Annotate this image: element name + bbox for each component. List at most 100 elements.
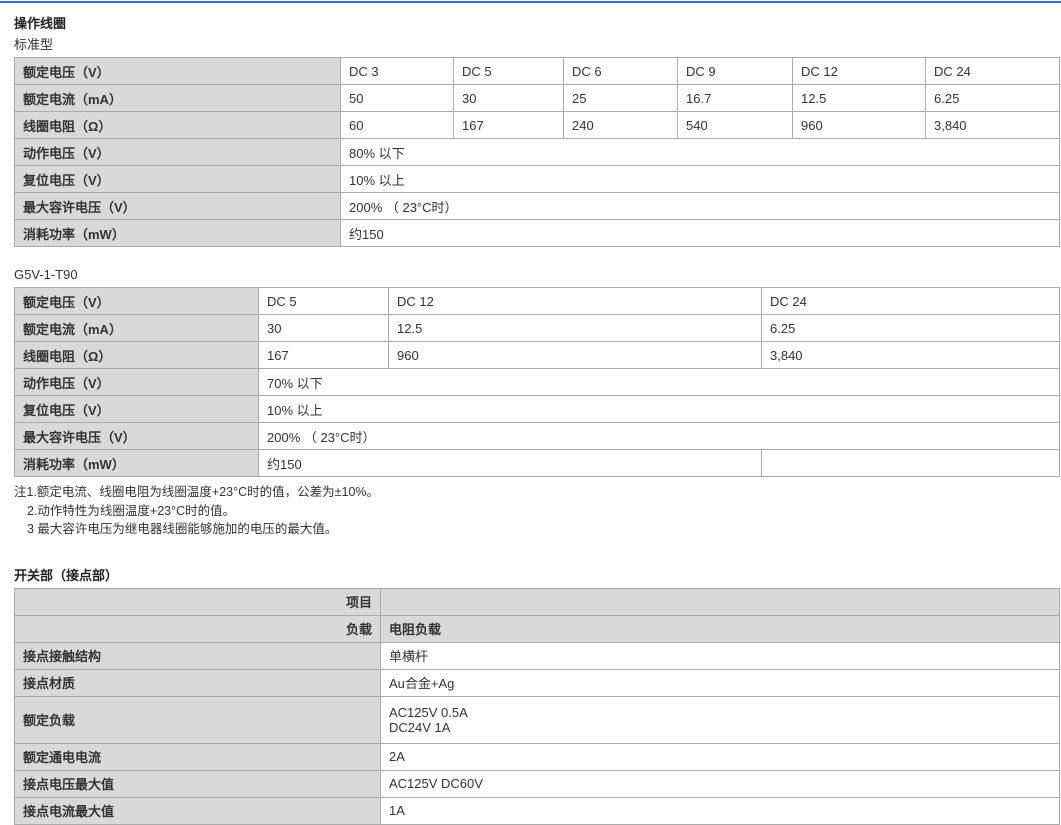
cell-rated-current-4: 12.5 bbox=[793, 85, 926, 112]
cell-operate-voltage: 80% 以下 bbox=[341, 139, 1060, 166]
cell-rated-current-0: 30 bbox=[259, 315, 389, 342]
row-label-release-voltage: 复位电压（V） bbox=[15, 396, 259, 423]
cell-coil-resistance-4: 960 bbox=[793, 112, 926, 139]
note-line-3: 3 最大容许电压为继电器线圈能够施加的电压的最大值。 bbox=[14, 520, 1059, 539]
table-row: 接点接触结构 单横杆 bbox=[15, 642, 1060, 669]
cell-rated-current-3: 16.7 bbox=[678, 85, 793, 112]
table-row: 接点材质 Au合金+Ag bbox=[15, 669, 1060, 696]
cell-rated-current-5: 6.25 bbox=[926, 85, 1060, 112]
section-title-contact: 开关部（接点部） bbox=[14, 565, 1059, 584]
table-row: 额定电流（mA） 30 12.5 6.25 bbox=[15, 315, 1060, 342]
row-label-contact-material: 接点材质 bbox=[15, 669, 381, 696]
cell-rated-voltage-5: DC 24 bbox=[926, 58, 1060, 85]
subtitle-standard-type: 标准型 bbox=[14, 34, 1059, 53]
page-top-accent-line bbox=[0, 1, 1061, 3]
row-label-contact-structure: 接点接触结构 bbox=[15, 642, 381, 669]
table-row: 项目 bbox=[15, 588, 1060, 615]
cell-contact-structure: 单横杆 bbox=[381, 642, 1060, 669]
cell-max-contact-current: 1A bbox=[381, 797, 1060, 824]
cell-coil-resistance-2: 240 bbox=[564, 112, 678, 139]
row-label-rated-voltage: 额定电压（V） bbox=[15, 288, 259, 315]
table-row: 接点电流最大值 1A bbox=[15, 797, 1060, 824]
table-row: 额定电压（V） DC 3 DC 5 DC 6 DC 9 DC 12 DC 24 bbox=[15, 58, 1060, 85]
table-row: 复位电压（V） 10% 以上 bbox=[15, 166, 1060, 193]
row-label-max-contact-current: 接点电流最大值 bbox=[15, 797, 381, 824]
table-row: 额定通电电流 2A bbox=[15, 743, 1060, 770]
cell-rated-load: AC125V 0.5A DC24V 1A bbox=[381, 696, 1060, 743]
cell-max-voltage: 200% （ 23°C时） bbox=[341, 193, 1060, 220]
cell-carry-current: 2A bbox=[381, 743, 1060, 770]
cell-rated-voltage-2: DC 6 bbox=[564, 58, 678, 85]
table-row: 消耗功率（mW） 约150 bbox=[15, 450, 1060, 477]
cell-power: 约150 bbox=[341, 220, 1060, 247]
table-row: 线圈电阻（Ω） 60 167 240 540 960 3,840 bbox=[15, 112, 1060, 139]
header-item: 项目 bbox=[15, 588, 381, 615]
table-row: 消耗功率（mW） 约150 bbox=[15, 220, 1060, 247]
coil-standard-table: 额定电压（V） DC 3 DC 5 DC 6 DC 9 DC 12 DC 24 … bbox=[14, 57, 1060, 247]
row-label-operate-voltage: 动作电压（V） bbox=[15, 139, 341, 166]
cell-rated-current-1: 12.5 bbox=[389, 315, 762, 342]
table-row: 复位电压（V） 10% 以上 bbox=[15, 396, 1060, 423]
table-row: 额定负载 AC125V 0.5A DC24V 1A bbox=[15, 696, 1060, 743]
row-label-max-contact-voltage: 接点电压最大值 bbox=[15, 770, 381, 797]
rated-load-line-2: DC24V 1A bbox=[389, 720, 1051, 735]
table-row: 最大容许电压（V） 200% （ 23°C时） bbox=[15, 423, 1060, 450]
table-row: 最大容许电压（V） 200% （ 23°C时） bbox=[15, 193, 1060, 220]
cell-power-empty bbox=[762, 450, 1060, 477]
table-row: 接点电压最大值 AC125V DC60V bbox=[15, 770, 1060, 797]
cell-rated-voltage-2: DC 24 bbox=[762, 288, 1060, 315]
cell-coil-resistance-5: 3,840 bbox=[926, 112, 1060, 139]
cell-power: 约150 bbox=[259, 450, 762, 477]
table-row: 动作电压（V） 80% 以下 bbox=[15, 139, 1060, 166]
rated-load-line-1: AC125V 0.5A bbox=[389, 705, 1051, 720]
cell-operate-voltage: 70% 以下 bbox=[259, 369, 1060, 396]
row-label-rated-voltage: 额定电压（V） bbox=[15, 58, 341, 85]
table-row: 额定电压（V） DC 5 DC 12 DC 24 bbox=[15, 288, 1060, 315]
subtitle-g5v-1-t90: G5V-1-T90 bbox=[14, 267, 1059, 282]
row-label-rated-current: 额定电流（mA） bbox=[15, 85, 341, 112]
cell-rated-current-2: 6.25 bbox=[762, 315, 1060, 342]
cell-coil-resistance-1: 960 bbox=[389, 342, 762, 369]
cell-rated-voltage-3: DC 9 bbox=[678, 58, 793, 85]
cell-max-voltage: 200% （ 23°C时） bbox=[259, 423, 1060, 450]
coil-t90-table: 额定电压（V） DC 5 DC 12 DC 24 额定电流（mA） 30 12.… bbox=[14, 287, 1060, 477]
section-title-operating-coil: 操作线圈 bbox=[14, 13, 1059, 32]
coil-notes: 注1.额定电流、线圈电阻为线圈温度+23°C时的值，公差为±10%。 2.动作特… bbox=[14, 483, 1059, 539]
row-label-power: 消耗功率（mW） bbox=[15, 220, 341, 247]
note-line-1: 注1.额定电流、线圈电阻为线圈温度+23°C时的值，公差为±10%。 bbox=[14, 483, 1059, 502]
row-label-rated-load: 额定负载 bbox=[15, 696, 381, 743]
cell-rated-voltage-1: DC 5 bbox=[454, 58, 564, 85]
cell-rated-current-0: 50 bbox=[341, 85, 454, 112]
cell-rated-voltage-1: DC 12 bbox=[389, 288, 762, 315]
cell-contact-material: Au合金+Ag bbox=[381, 669, 1060, 696]
table-row: 动作电压（V） 70% 以下 bbox=[15, 369, 1060, 396]
row-label-carry-current: 额定通电电流 bbox=[15, 743, 381, 770]
row-label-rated-current: 额定电流（mA） bbox=[15, 315, 259, 342]
table-row: 线圈电阻（Ω） 167 960 3,840 bbox=[15, 342, 1060, 369]
header-load: 负载 bbox=[15, 615, 381, 642]
cell-rated-current-2: 25 bbox=[564, 85, 678, 112]
row-label-power: 消耗功率（mW） bbox=[15, 450, 259, 477]
note-line-2: 2.动作特性为线圈温度+23°C时的值。 bbox=[14, 502, 1059, 521]
table-row: 额定电流（mA） 50 30 25 16.7 12.5 6.25 bbox=[15, 85, 1060, 112]
cell-release-voltage: 10% 以上 bbox=[341, 166, 1060, 193]
contact-table: 项目 负载 电阻负载 接点接触结构 单横杆 接点材质 Au合金+Ag 额定负载 … bbox=[14, 588, 1060, 825]
row-label-max-voltage: 最大容许电压（V） bbox=[15, 193, 341, 220]
cell-coil-resistance-2: 3,840 bbox=[762, 342, 1060, 369]
row-label-coil-resistance: 线圈电阻（Ω） bbox=[15, 112, 341, 139]
cell-rated-voltage-4: DC 12 bbox=[793, 58, 926, 85]
table-row: 负载 电阻负载 bbox=[15, 615, 1060, 642]
cell-coil-resistance-3: 540 bbox=[678, 112, 793, 139]
cell-rated-current-1: 30 bbox=[454, 85, 564, 112]
cell-coil-resistance-0: 60 bbox=[341, 112, 454, 139]
header-item-empty bbox=[381, 588, 1060, 615]
cell-coil-resistance-0: 167 bbox=[259, 342, 389, 369]
header-load-type: 电阻负载 bbox=[381, 615, 1060, 642]
cell-rated-voltage-0: DC 5 bbox=[259, 288, 389, 315]
cell-rated-voltage-0: DC 3 bbox=[341, 58, 454, 85]
row-label-coil-resistance: 线圈电阻（Ω） bbox=[15, 342, 259, 369]
cell-max-contact-voltage: AC125V DC60V bbox=[381, 770, 1060, 797]
row-label-release-voltage: 复位电压（V） bbox=[15, 166, 341, 193]
spec-content: 操作线圈 标准型 额定电压（V） DC 3 DC 5 DC 6 DC 9 DC … bbox=[14, 13, 1059, 825]
cell-coil-resistance-1: 167 bbox=[454, 112, 564, 139]
